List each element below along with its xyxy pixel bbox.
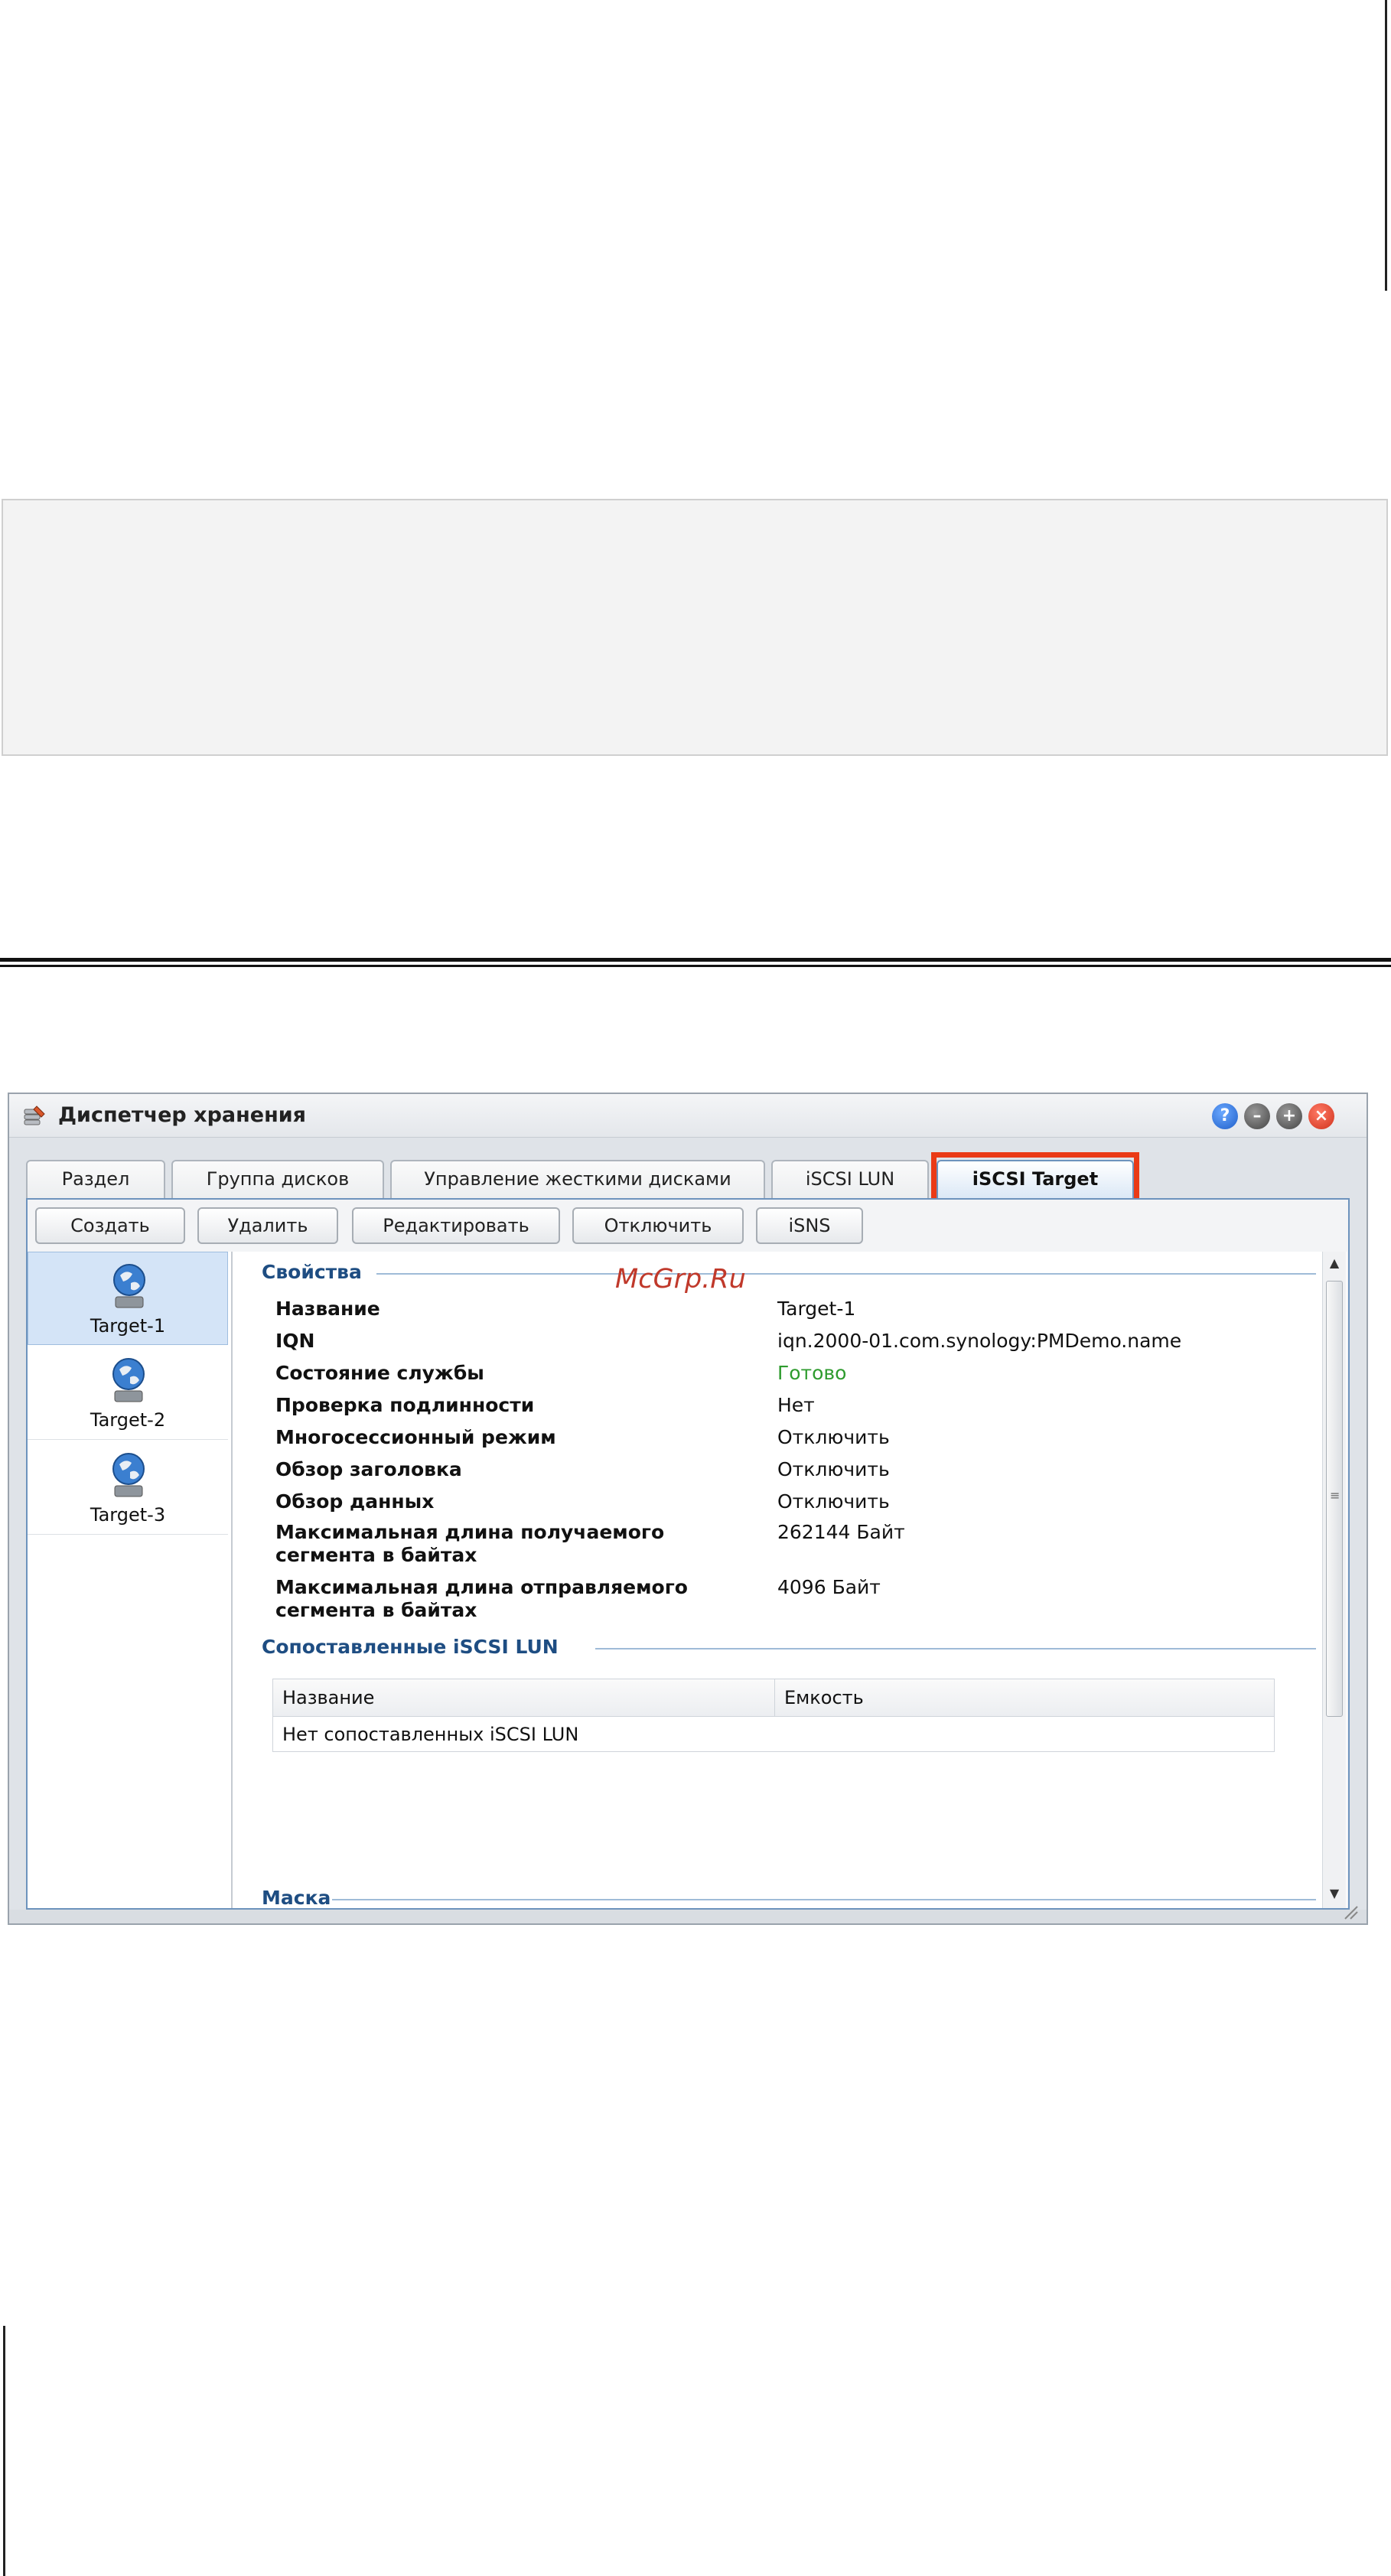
prop-value-header-digest: Отключить xyxy=(777,1458,890,1480)
mapped-luns-divider xyxy=(595,1648,1316,1649)
prop-value-data-digest: Отключить xyxy=(777,1490,890,1513)
delete-button[interactable]: Удалить xyxy=(197,1207,338,1244)
mapped-luns-heading: Сопоставленные iSCSI LUN xyxy=(262,1636,559,1658)
help-icon[interactable]: ? xyxy=(1212,1103,1238,1129)
target-globe-icon xyxy=(112,1453,145,1497)
prop-label-max-send-segment: Максимальная длина отправляемого сегмент… xyxy=(275,1576,688,1621)
storage-manager-icon xyxy=(24,1106,45,1125)
table-header: Название Емкость xyxy=(273,1679,1274,1717)
prop-value-name: Target-1 xyxy=(777,1298,856,1320)
minimize-icon[interactable]: – xyxy=(1244,1103,1270,1129)
target-item-2[interactable]: Target-2 xyxy=(28,1347,228,1440)
table-empty-row: Нет сопоставленных iSCSI LUN xyxy=(282,1724,579,1745)
mapped-luns-table: Название Емкость Нет сопоставленных iSCS… xyxy=(272,1679,1275,1752)
prop-label-header-digest: Обзор заголовка xyxy=(275,1458,462,1480)
prop-label-max-recv-segment: Максимальная длина получаемого сегмента … xyxy=(275,1521,665,1566)
prop-value-service-status: Готово xyxy=(777,1362,847,1384)
target-globe-icon xyxy=(112,1358,145,1402)
column-header-name[interactable]: Название xyxy=(282,1687,374,1708)
prop-value-max-recv-segment: 262144 Байт xyxy=(777,1521,905,1543)
scroll-up-arrow-icon[interactable]: ▲ xyxy=(1323,1252,1346,1275)
tab-partition[interactable]: Раздел xyxy=(26,1160,165,1198)
isns-button[interactable]: iSNS xyxy=(756,1207,863,1244)
properties-heading: Свойства xyxy=(262,1261,362,1283)
watermark: McGrp.Ru xyxy=(615,1264,746,1295)
prop-label-data-digest: Обзор данных xyxy=(275,1490,435,1513)
prop-value-iqn: iqn.2000-01.com.synology:PMDemo.name xyxy=(777,1330,1182,1352)
scroll-grip-icon: ≡ xyxy=(1330,1488,1341,1503)
prop-label-authentication: Проверка подлинности xyxy=(275,1394,535,1416)
prop-label-iqn: IQN xyxy=(275,1330,315,1352)
target-list: Target-1 Target-2 Target-3 xyxy=(28,1252,233,1908)
properties-divider xyxy=(376,1273,1316,1275)
tab-hdd-management[interactable]: Управление жесткими дисками xyxy=(390,1160,765,1198)
close-icon[interactable]: × xyxy=(1308,1103,1334,1129)
target-item-1[interactable]: Target-1 xyxy=(28,1252,228,1345)
prop-label-multi-session: Многосессионный режим xyxy=(275,1426,556,1448)
maximize-icon[interactable]: + xyxy=(1276,1103,1302,1129)
column-divider xyxy=(774,1679,775,1716)
prop-value-authentication: Нет xyxy=(777,1394,815,1416)
mask-divider xyxy=(332,1899,1316,1900)
storage-manager-window: Диспетчер хранения ? – + × Раздел Группа… xyxy=(8,1093,1368,1925)
status-bar xyxy=(9,1906,1367,1923)
scroll-down-arrow-icon[interactable]: ▼ xyxy=(1323,1882,1346,1905)
target-properties-panel: Свойства McGrp.Ru Название Target-1 IQN … xyxy=(233,1252,1347,1908)
mask-heading: Маска xyxy=(262,1887,331,1908)
page-vertical-rule-left xyxy=(3,2326,5,2576)
disable-button[interactable]: Отключить xyxy=(572,1207,744,1244)
target-label: Target-2 xyxy=(90,1409,166,1431)
page-double-rule xyxy=(0,958,1391,969)
note-box xyxy=(2,499,1388,756)
prop-label-name: Название xyxy=(275,1298,380,1320)
prop-label-service-status: Состояние службы xyxy=(275,1362,484,1384)
vertical-scrollbar[interactable]: ▲ ≡ ▼ xyxy=(1322,1252,1346,1908)
title-bar: Диспетчер хранения ? – + × xyxy=(9,1094,1367,1138)
window-title: Диспетчер хранения xyxy=(58,1103,306,1127)
target-label: Target-3 xyxy=(90,1504,166,1526)
tab-disk-group[interactable]: Группа дисков xyxy=(171,1160,384,1198)
column-header-capacity[interactable]: Емкость xyxy=(784,1687,864,1708)
scroll-thumb[interactable]: ≡ xyxy=(1326,1281,1343,1717)
create-button[interactable]: Создать xyxy=(35,1207,185,1244)
target-globe-icon xyxy=(113,1264,145,1308)
prop-value-multi-session: Отключить xyxy=(777,1426,890,1448)
tab-content: Создать Удалить Редактировать Отключить … xyxy=(26,1198,1350,1910)
page-vertical-rule-right xyxy=(1385,0,1387,291)
tab-iscsi-lun[interactable]: iSCSI LUN xyxy=(771,1160,929,1198)
resize-grip-icon[interactable] xyxy=(1342,1904,1359,1920)
target-item-3[interactable]: Target-3 xyxy=(28,1441,228,1535)
prop-value-max-send-segment: 4096 Байт xyxy=(777,1576,881,1598)
target-label: Target-1 xyxy=(90,1315,166,1337)
edit-button[interactable]: Редактировать xyxy=(352,1207,560,1244)
